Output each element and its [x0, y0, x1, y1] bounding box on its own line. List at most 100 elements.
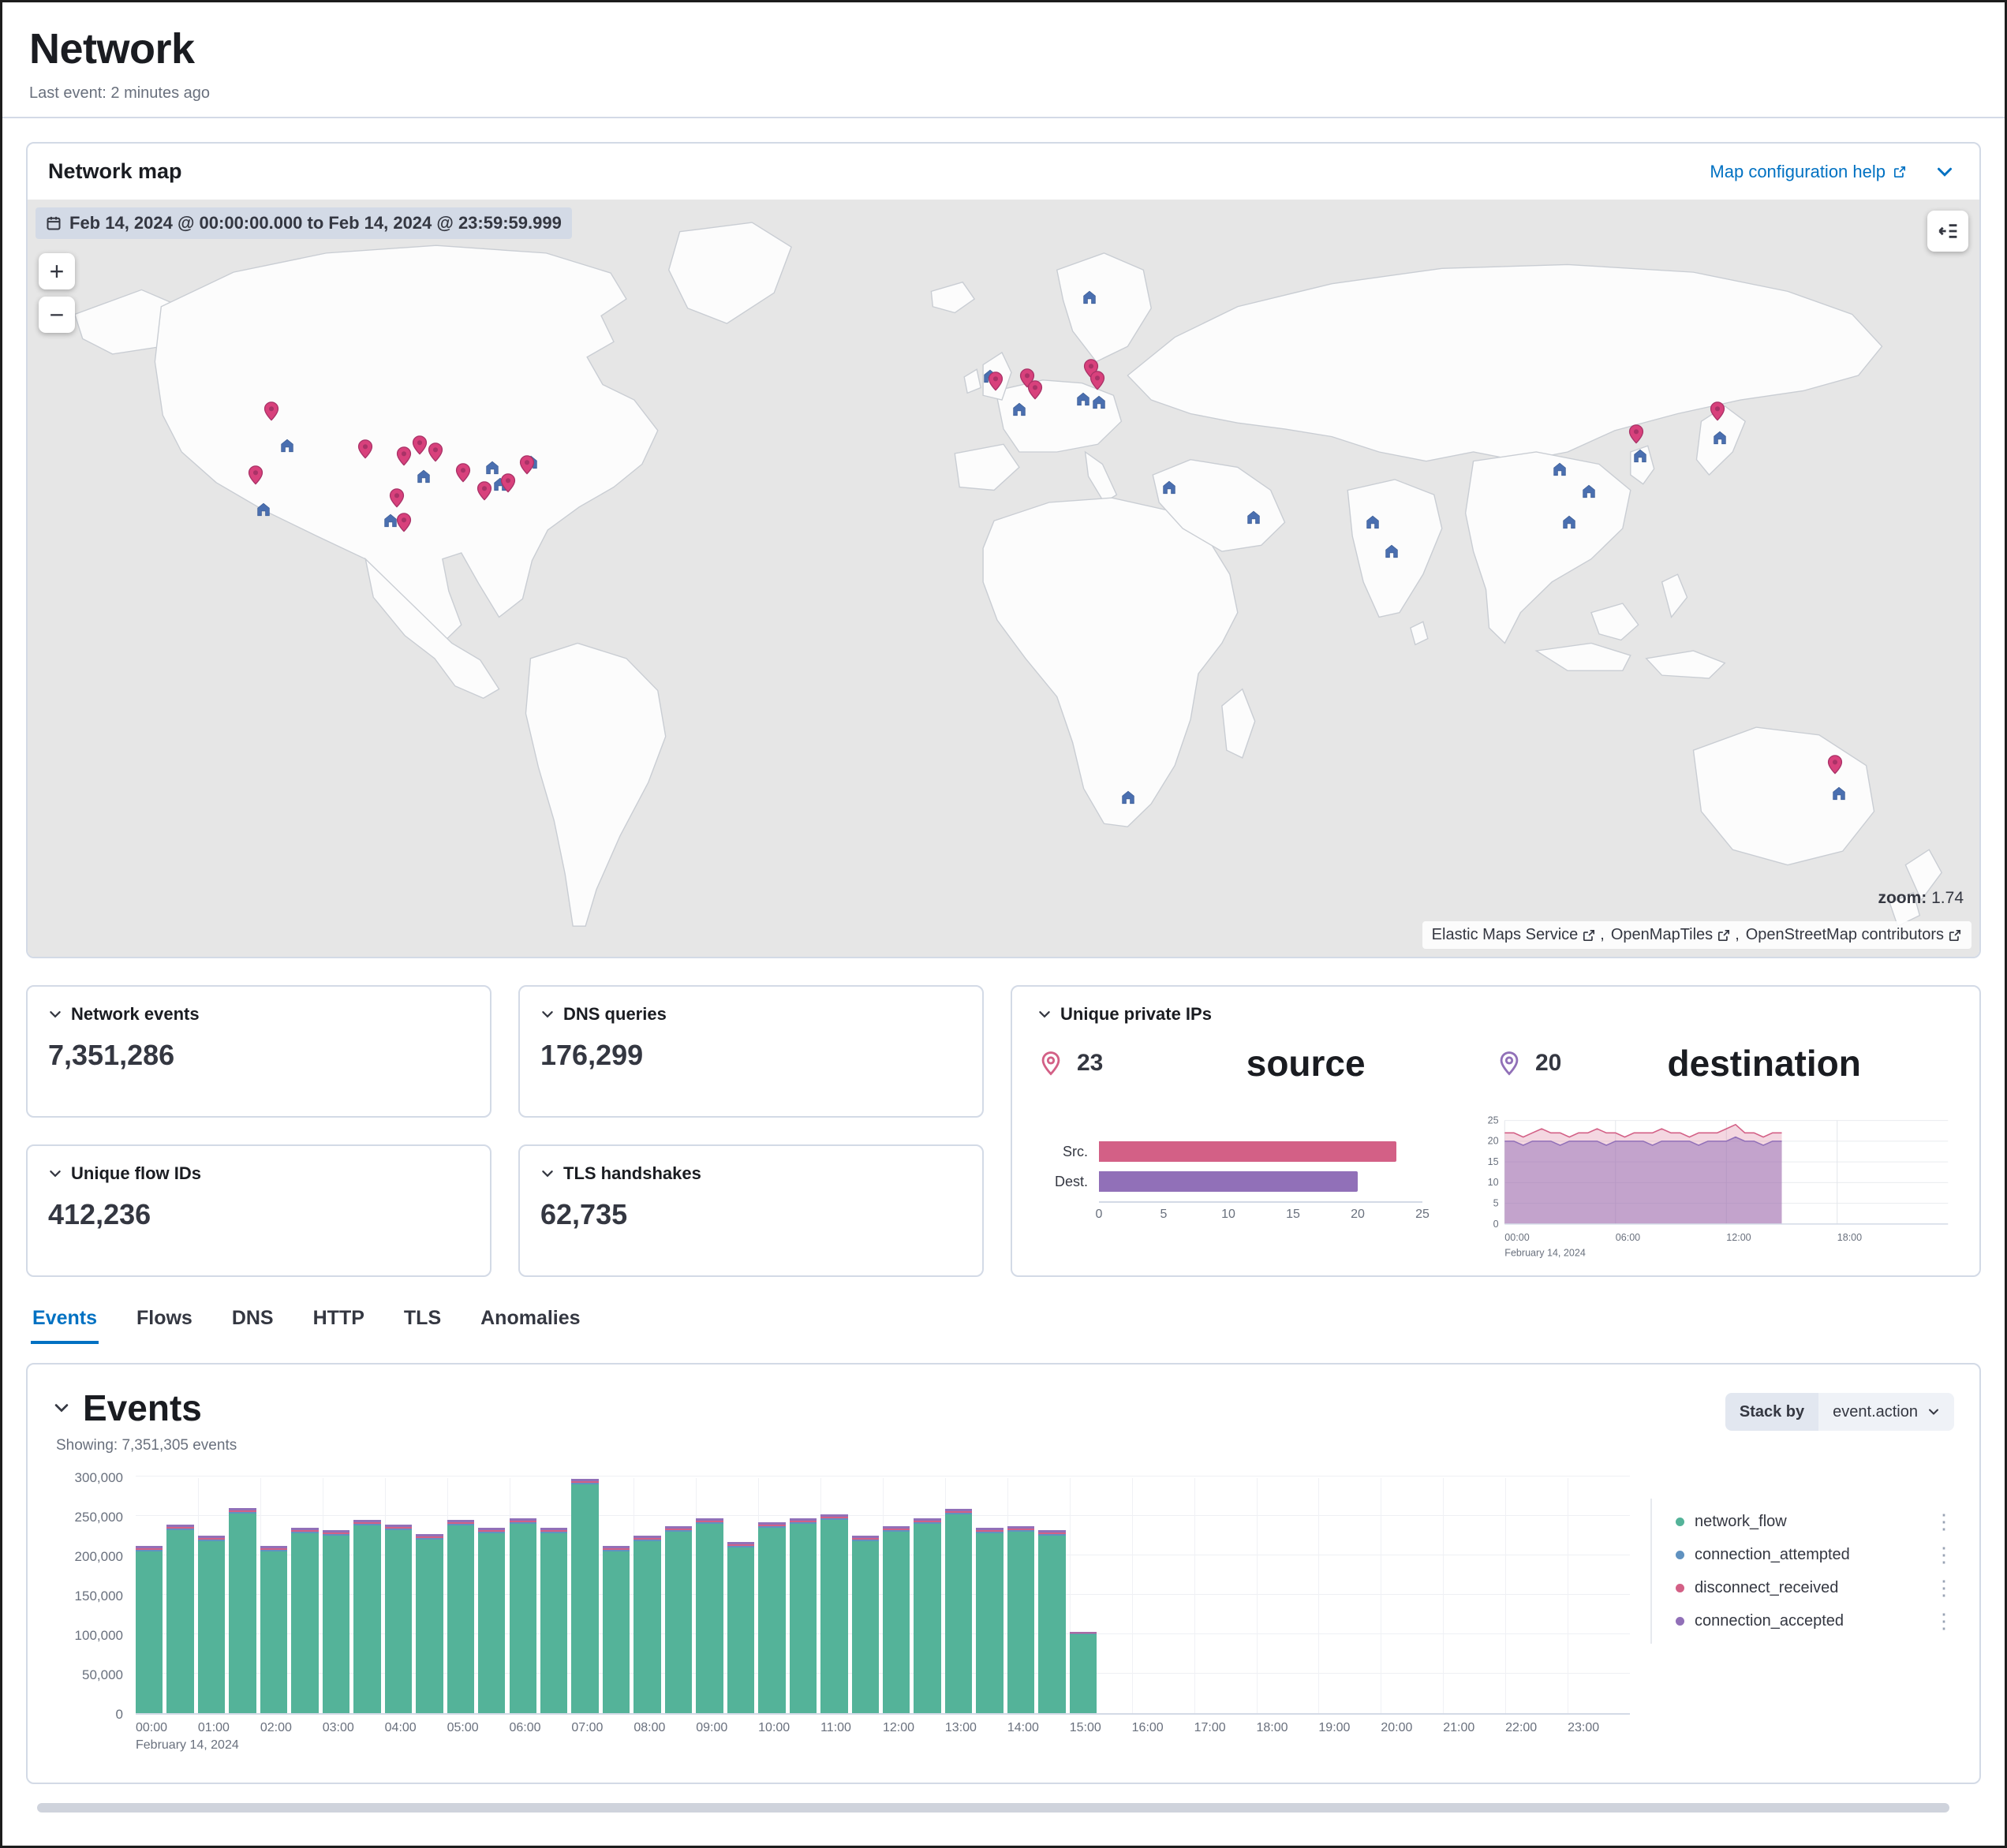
- histogram-bar[interactable]: [571, 1479, 598, 1713]
- histogram-bar[interactable]: [1070, 1632, 1097, 1713]
- histogram-bar[interactable]: [852, 1536, 879, 1713]
- map-pin-marker[interactable]: [985, 371, 1006, 395]
- map-pin-marker[interactable]: [387, 487, 407, 512]
- collapse-chevron-icon[interactable]: [540, 1167, 555, 1181]
- histogram-bar[interactable]: [291, 1528, 318, 1713]
- scrollbar-thumb[interactable]: [37, 1803, 1949, 1813]
- map-zoom-in-button[interactable]: +: [39, 253, 75, 289]
- legend-item-network_flow[interactable]: network_flow⋮: [1676, 1511, 1954, 1532]
- collapse-chevron-icon[interactable]: [48, 1167, 62, 1181]
- histogram-bar[interactable]: [166, 1525, 193, 1713]
- map-building-marker[interactable]: [1090, 394, 1108, 415]
- map-panel-header: Network map Map configuration help: [28, 144, 1979, 200]
- map-pin-marker[interactable]: [517, 455, 537, 480]
- world-map[interactable]: Feb 14, 2024 @ 00:00:00.000 to Feb 14, 2…: [28, 200, 1979, 957]
- tab-tls[interactable]: TLS: [402, 1307, 443, 1344]
- histogram-bar[interactable]: [540, 1528, 567, 1713]
- histogram-bar[interactable]: [478, 1528, 505, 1713]
- histogram-bar[interactable]: [229, 1508, 256, 1713]
- collapse-chevron-icon[interactable]: [48, 1007, 62, 1021]
- histogram-bar[interactable]: [633, 1536, 660, 1713]
- map-building-marker[interactable]: [255, 500, 272, 521]
- map-pin-marker[interactable]: [1707, 401, 1728, 425]
- map-pin-marker[interactable]: [425, 442, 446, 466]
- map-pin-marker[interactable]: [1825, 755, 1845, 779]
- tab-anomalies[interactable]: Anomalies: [479, 1307, 581, 1344]
- collapse-chevron-icon[interactable]: [1037, 1007, 1052, 1021]
- legend-item-menu-icon[interactable]: ⋮: [1934, 1511, 1954, 1532]
- histogram-bar[interactable]: [447, 1520, 474, 1713]
- histogram-bar[interactable]: [790, 1518, 817, 1713]
- ip-bar-label: Dest.: [1037, 1174, 1088, 1190]
- legend-item-disconnect_received[interactable]: disconnect_received⋮: [1676, 1577, 1954, 1598]
- histogram-bar[interactable]: [1038, 1530, 1065, 1713]
- map-configuration-help-link[interactable]: Map configuration help: [1710, 162, 1907, 182]
- horizontal-scrollbar[interactable]: [34, 1801, 1973, 1814]
- map-building-marker[interactable]: [1560, 513, 1578, 534]
- histogram-bar[interactable]: [758, 1522, 785, 1713]
- map-building-marker[interactable]: [1075, 390, 1092, 412]
- map-building-marker[interactable]: [382, 511, 399, 532]
- histogram-bar[interactable]: [385, 1525, 412, 1713]
- histogram-bar[interactable]: [416, 1534, 443, 1713]
- legend-item-menu-icon[interactable]: ⋮: [1934, 1577, 1954, 1598]
- map-zoom-out-button[interactable]: −: [39, 297, 75, 333]
- map-pin-marker[interactable]: [498, 473, 518, 498]
- legend-item-menu-icon[interactable]: ⋮: [1934, 1611, 1954, 1631]
- histogram-bar[interactable]: [198, 1536, 225, 1713]
- histogram-bar[interactable]: [353, 1520, 380, 1713]
- histogram-bar[interactable]: [260, 1546, 287, 1713]
- map-pin-marker[interactable]: [474, 480, 495, 505]
- svg-text:18:00: 18:00: [1837, 1232, 1862, 1243]
- map-pin-marker[interactable]: [453, 462, 473, 487]
- map-pin-marker[interactable]: [355, 439, 376, 463]
- map-building-marker[interactable]: [415, 468, 432, 489]
- histogram-bar[interactable]: [323, 1530, 349, 1713]
- map-building-marker[interactable]: [1383, 543, 1400, 564]
- map-pin-marker[interactable]: [245, 465, 266, 489]
- tab-events[interactable]: Events: [31, 1307, 99, 1344]
- map-building-marker[interactable]: [1631, 447, 1649, 469]
- histogram-bar[interactable]: [136, 1546, 163, 1713]
- map-layers-button[interactable]: [1927, 211, 1968, 252]
- map-building-marker[interactable]: [278, 436, 296, 457]
- map-building-marker[interactable]: [1551, 460, 1568, 481]
- map-attribution-link[interactable]: Elastic Maps Service ,: [1432, 926, 1605, 944]
- map-pin-marker[interactable]: [1626, 424, 1646, 448]
- histogram-bar[interactable]: [727, 1542, 754, 1713]
- map-attribution-link[interactable]: OpenStreetMap contributors: [1746, 926, 1962, 944]
- collapse-chevron-icon[interactable]: [540, 1007, 555, 1021]
- events-collapse-chevron-icon[interactable]: [53, 1399, 70, 1417]
- map-building-marker[interactable]: [1119, 789, 1137, 810]
- histogram-bar[interactable]: [945, 1509, 972, 1713]
- legend-item-connection_attempted[interactable]: connection_attempted⋮: [1676, 1544, 1954, 1565]
- map-building-marker[interactable]: [1830, 784, 1848, 805]
- tab-flows[interactable]: Flows: [135, 1307, 194, 1344]
- histogram-bar[interactable]: [696, 1518, 723, 1713]
- tab-dns[interactable]: DNS: [230, 1307, 275, 1344]
- histogram-bar[interactable]: [914, 1518, 940, 1713]
- map-building-marker[interactable]: [1580, 483, 1598, 504]
- stack-by-select[interactable]: event.action: [1818, 1393, 1954, 1431]
- map-pin-marker[interactable]: [261, 401, 282, 425]
- map-building-marker[interactable]: [1011, 400, 1028, 421]
- map-building-marker[interactable]: [1160, 478, 1178, 499]
- map-attribution-link[interactable]: OpenMapTiles ,: [1611, 926, 1740, 944]
- kpi-value: 62,735: [540, 1198, 962, 1231]
- map-building-marker[interactable]: [1245, 509, 1262, 530]
- tab-http[interactable]: HTTP: [312, 1307, 366, 1344]
- histogram-bar[interactable]: [510, 1518, 536, 1713]
- histogram-bar[interactable]: [820, 1514, 847, 1713]
- map-building-marker[interactable]: [1081, 288, 1098, 309]
- map-building-marker[interactable]: [1711, 429, 1729, 450]
- map-panel-collapse-chevron-icon[interactable]: [1930, 162, 1959, 182]
- histogram-bar[interactable]: [603, 1546, 630, 1713]
- legend-item-menu-icon[interactable]: ⋮: [1934, 1544, 1954, 1565]
- histogram-bar[interactable]: [665, 1526, 692, 1713]
- legend-item-connection_accepted[interactable]: connection_accepted⋮: [1676, 1611, 1954, 1631]
- source-pin-icon: [1037, 1050, 1064, 1077]
- map-building-marker[interactable]: [1364, 513, 1381, 534]
- histogram-bar[interactable]: [976, 1528, 1003, 1713]
- histogram-bar[interactable]: [883, 1526, 910, 1713]
- histogram-bar[interactable]: [1007, 1526, 1034, 1713]
